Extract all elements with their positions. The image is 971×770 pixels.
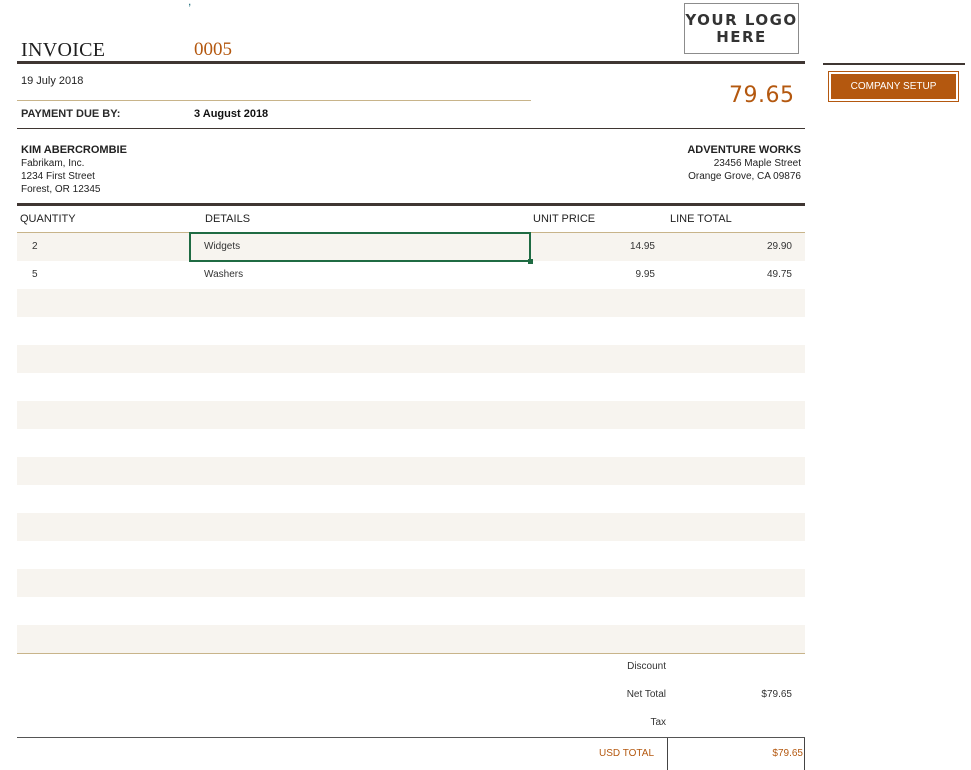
table-bottom-rule (17, 653, 805, 654)
date-divider (17, 100, 531, 101)
setup-rule (823, 63, 965, 65)
due-rule (17, 128, 805, 129)
empty-table-row[interactable] (17, 457, 805, 485)
logo-line-1: YOUR LOGO (685, 10, 798, 29)
empty-table-row[interactable] (17, 289, 805, 317)
net-total-value[interactable]: $79.65 (692, 689, 792, 700)
table-row[interactable]: 5 Washers 9.95 49.75 (17, 261, 805, 289)
invoice-date[interactable]: 19 July 2018 (21, 75, 83, 87)
row-details[interactable]: Washers (204, 269, 243, 280)
empty-table-row[interactable] (17, 597, 805, 625)
column-header-quantity[interactable]: QUANTITY (20, 213, 76, 225)
usd-total-value[interactable]: $79.65 (700, 748, 803, 759)
bill-to-street: 1234 First Street (21, 171, 95, 182)
logo-line-2: HERE (716, 27, 767, 46)
total-due-amount: 79.65 (729, 83, 795, 108)
empty-table-row[interactable] (17, 317, 805, 345)
row-unit-price[interactable]: 9.95 (636, 269, 655, 280)
empty-table-row[interactable] (17, 625, 805, 653)
total-border-right (804, 738, 805, 770)
logo-placeholder[interactable]: YOUR LOGO HERE (684, 3, 799, 54)
row-quantity[interactable]: 5 (32, 269, 38, 280)
payment-due-date[interactable]: 3 August 2018 (194, 108, 268, 120)
company-street: 23456 Maple Street (713, 158, 801, 169)
company-address-block[interactable]: ADVENTURE WORKS 23456 Maple Street Orang… (687, 144, 801, 183)
empty-table-row[interactable] (17, 429, 805, 457)
discount-label: Discount (627, 661, 666, 672)
bill-to-name: KIM ABERCROMBIE (21, 144, 127, 156)
column-header-unit-price[interactable]: UNIT PRICE (533, 213, 595, 225)
total-rule (17, 737, 805, 738)
payment-due-label: PAYMENT DUE BY: (21, 108, 121, 120)
column-header-line-total[interactable]: LINE TOTAL (670, 213, 732, 225)
top-mark: , (188, 0, 192, 8)
invoice-number[interactable]: 0005 (194, 39, 232, 61)
bill-to-company: Fabrikam, Inc. (21, 158, 85, 169)
row-unit-price[interactable]: 14.95 (630, 241, 655, 252)
bill-to-city: Forest, OR 12345 (21, 184, 101, 195)
column-header-details[interactable]: DETAILS (205, 213, 250, 225)
empty-table-row[interactable] (17, 541, 805, 569)
table-top-rule (17, 203, 805, 206)
usd-total-label: USD TOTAL (598, 748, 654, 759)
tax-label: Tax (650, 717, 666, 728)
company-name: ADVENTURE WORKS (687, 144, 801, 156)
company-setup-button[interactable]: COMPANY SETUP (828, 71, 959, 102)
header-rule (17, 61, 805, 64)
active-cell-selection[interactable] (189, 232, 531, 262)
empty-table-row[interactable] (17, 401, 805, 429)
empty-table-row[interactable] (17, 513, 805, 541)
row-quantity[interactable]: 2 (32, 241, 38, 252)
company-city: Orange Grove, CA 09876 (688, 171, 801, 182)
fill-handle[interactable] (528, 259, 533, 264)
net-total-label: Net Total (626, 689, 666, 700)
empty-table-row[interactable] (17, 373, 805, 401)
empty-table-row[interactable] (17, 569, 805, 597)
invoice-title: INVOICE (21, 39, 106, 61)
bill-to-block[interactable]: KIM ABERCROMBIE Fabrikam, Inc. 1234 Firs… (21, 144, 127, 196)
row-line-total[interactable]: 49.75 (767, 269, 792, 280)
total-divider (667, 738, 668, 770)
empty-table-row[interactable] (17, 345, 805, 373)
empty-table-row[interactable] (17, 485, 805, 513)
row-line-total[interactable]: 29.90 (767, 241, 792, 252)
